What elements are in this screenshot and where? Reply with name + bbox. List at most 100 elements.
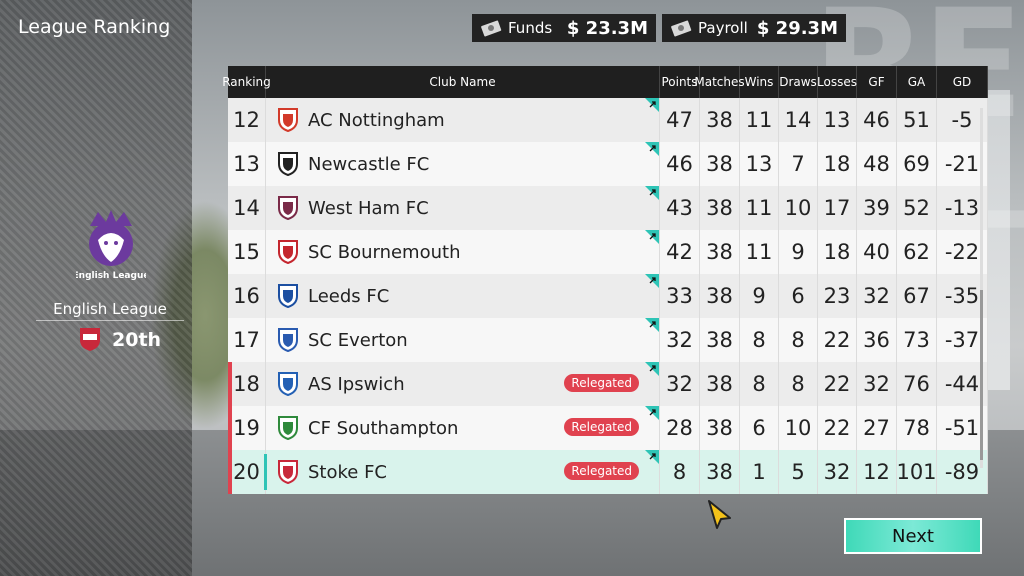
table-row[interactable]: 16 Leeds FC 33 38 9 6 23 32 67 -35 bbox=[228, 274, 988, 318]
header-ga: GA bbox=[897, 66, 937, 98]
draws-cell: 7 bbox=[779, 142, 818, 186]
header-gf: GF bbox=[857, 66, 897, 98]
losses-cell: 18 bbox=[818, 142, 857, 186]
relegated-badge: Relegated bbox=[564, 374, 639, 392]
club-cell: Stoke FC Relegated bbox=[266, 450, 660, 494]
table-row[interactable]: 12 AC Nottingham 47 38 11 14 13 46 51 -5 bbox=[228, 98, 988, 142]
wins-cell: 11 bbox=[740, 230, 779, 274]
club-cell: AC Nottingham bbox=[266, 98, 660, 142]
rank-cell: 13 bbox=[228, 142, 266, 186]
table-row[interactable]: 20 Stoke FC Relegated 8 38 1 5 32 12 101 -89 bbox=[228, 450, 988, 494]
matches-cell: 38 bbox=[700, 186, 740, 230]
points-cell: 8 bbox=[660, 450, 700, 494]
goals-against-cell: 62 bbox=[897, 230, 937, 274]
table-body: 12 AC Nottingham 47 38 11 14 13 46 51 -5 13 Newcast… bbox=[228, 98, 988, 494]
club-cell: SC Everton bbox=[266, 318, 660, 362]
club-crest-icon bbox=[278, 240, 298, 264]
svg-text:English League: English League bbox=[76, 271, 146, 281]
goals-against-cell: 69 bbox=[897, 142, 937, 186]
rank-cell: 20 bbox=[228, 450, 266, 494]
matches-cell: 38 bbox=[700, 98, 740, 142]
payroll-label: Payroll bbox=[698, 19, 748, 37]
wins-cell: 11 bbox=[740, 186, 779, 230]
trend-arrow-icon bbox=[645, 98, 659, 112]
table-row[interactable]: 15 SC Bournemouth 42 38 11 9 18 40 62 -22 bbox=[228, 230, 988, 274]
goals-for-cell: 39 bbox=[857, 186, 897, 230]
losses-cell: 18 bbox=[818, 230, 857, 274]
table-row[interactable]: 14 West Ham FC 43 38 11 10 17 39 52 -13 bbox=[228, 186, 988, 230]
scrollbar-thumb[interactable] bbox=[980, 290, 983, 460]
header-ranking: Ranking bbox=[222, 66, 271, 98]
goals-for-cell: 36 bbox=[857, 318, 897, 362]
rank-cell: 15 bbox=[228, 230, 266, 274]
trend-arrow-icon bbox=[645, 274, 659, 288]
goals-against-cell: 73 bbox=[897, 318, 937, 362]
goals-against-cell: 78 bbox=[897, 406, 937, 450]
table-row[interactable]: 19 CF Southampton Relegated 28 38 6 10 22 27 78 -5… bbox=[228, 406, 988, 450]
league-logo-icon: English League bbox=[76, 210, 146, 281]
rank-cell: 18 bbox=[228, 362, 266, 406]
rank-cell: 14 bbox=[228, 186, 266, 230]
club-cell: CF Southampton Relegated bbox=[266, 406, 660, 450]
relegated-badge: Relegated bbox=[564, 418, 639, 436]
club-crest-icon bbox=[278, 284, 298, 308]
rank-cell: 16 bbox=[228, 274, 266, 318]
header-wins: Wins bbox=[740, 66, 779, 98]
goals-for-cell: 46 bbox=[857, 98, 897, 142]
header-gd: GD bbox=[937, 66, 988, 98]
trend-arrow-icon bbox=[645, 142, 659, 156]
league-name: English League bbox=[53, 300, 167, 318]
goals-for-cell: 48 bbox=[857, 142, 897, 186]
draws-cell: 8 bbox=[779, 318, 818, 362]
wins-cell: 6 bbox=[740, 406, 779, 450]
trend-arrow-icon bbox=[645, 362, 659, 376]
standings-table: Ranking Club Name Points Matches Wins Dr… bbox=[222, 66, 988, 494]
payroll-value: $ 29.3M bbox=[756, 17, 838, 39]
club-cell: West Ham FC bbox=[266, 186, 660, 230]
club-cell: SC Bournemouth bbox=[266, 230, 660, 274]
draws-cell: 8 bbox=[779, 362, 818, 406]
draws-cell: 14 bbox=[779, 98, 818, 142]
wins-cell: 9 bbox=[740, 274, 779, 318]
goals-for-cell: 32 bbox=[857, 274, 897, 318]
points-cell: 32 bbox=[660, 362, 700, 406]
goals-against-cell: 76 bbox=[897, 362, 937, 406]
losses-cell: 23 bbox=[818, 274, 857, 318]
divider bbox=[36, 320, 184, 321]
club-name: AS Ipswich bbox=[308, 373, 405, 395]
losses-cell: 22 bbox=[818, 318, 857, 362]
table-row[interactable]: 18 AS Ipswich Relegated 32 38 8 8 22 32 76 -44 bbox=[228, 362, 988, 406]
wins-cell: 8 bbox=[740, 362, 779, 406]
club-crest-icon bbox=[80, 328, 100, 351]
club-cell: Leeds FC bbox=[266, 274, 660, 318]
goals-against-cell: 101 bbox=[896, 450, 937, 494]
club-name: AC Nottingham bbox=[308, 109, 445, 131]
points-cell: 42 bbox=[660, 230, 700, 274]
trend-arrow-icon bbox=[645, 318, 659, 332]
draws-cell: 10 bbox=[779, 186, 818, 230]
trend-arrow-icon bbox=[645, 406, 659, 420]
draws-cell: 9 bbox=[779, 230, 818, 274]
trend-arrow-icon bbox=[645, 230, 659, 244]
matches-cell: 38 bbox=[700, 230, 740, 274]
league-rank: 20th bbox=[112, 329, 162, 351]
club-name: Newcastle FC bbox=[308, 153, 430, 175]
club-name: Leeds FC bbox=[308, 285, 390, 307]
draws-cell: 10 bbox=[779, 406, 818, 450]
points-cell: 43 bbox=[660, 186, 700, 230]
losses-cell: 17 bbox=[818, 186, 857, 230]
trend-arrow-icon bbox=[645, 450, 659, 464]
goals-against-cell: 67 bbox=[897, 274, 937, 318]
club-cell: Newcastle FC bbox=[266, 142, 660, 186]
funds-label: Funds bbox=[508, 19, 553, 37]
money-icon bbox=[481, 20, 502, 37]
wins-cell: 11 bbox=[740, 98, 779, 142]
draws-cell: 6 bbox=[779, 274, 818, 318]
table-row[interactable]: 17 SC Everton 32 38 8 8 22 36 73 -37 bbox=[228, 318, 988, 362]
table-row[interactable]: 13 Newcastle FC 46 38 13 7 18 48 69 -21 bbox=[228, 142, 988, 186]
points-cell: 47 bbox=[660, 98, 700, 142]
next-button[interactable]: Next bbox=[844, 518, 982, 554]
club-name: SC Everton bbox=[308, 329, 408, 351]
club-crest-icon bbox=[278, 108, 298, 132]
club-crest-icon bbox=[278, 328, 298, 352]
